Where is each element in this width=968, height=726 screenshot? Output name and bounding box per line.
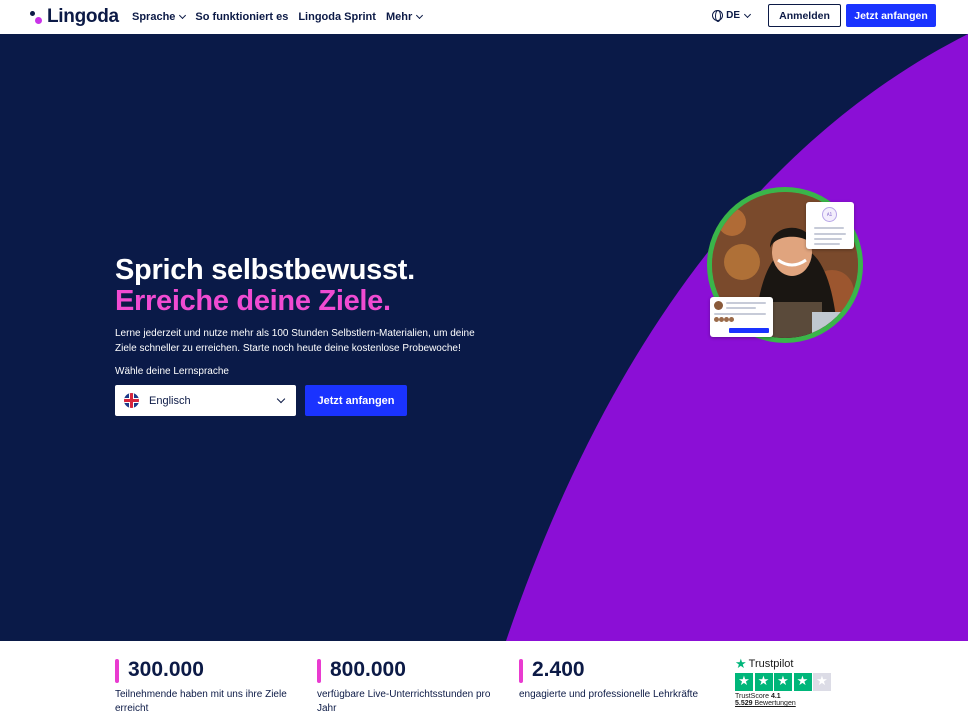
- nav-right: DE Anmelden Jetzt anfangen: [712, 4, 936, 27]
- badge-seal-icon: A1: [822, 207, 837, 222]
- nav-link-sprache[interactable]: Sprache: [132, 11, 187, 23]
- trustpilot-brand: Trustpilot: [748, 658, 794, 670]
- language-switcher[interactable]: DE: [712, 10, 752, 22]
- teacher-avatar: [714, 301, 723, 310]
- chevron-down-icon: [276, 394, 286, 403]
- star-icon: ★: [774, 673, 792, 691]
- language-select[interactable]: Englisch: [115, 385, 296, 416]
- star-icon: ★: [735, 673, 753, 691]
- reviews-count: 5.529: [735, 700, 753, 707]
- globe-icon: [712, 10, 724, 22]
- stat-description: engagierte und professionelle Lehrkräfte: [519, 689, 699, 700]
- stat-number: 300.000: [128, 658, 204, 681]
- trustpilot-rating-stars: ★ ★ ★ ★ ★: [735, 673, 833, 691]
- stat-description: verfügbare Live-Unterrichtsstunden pro J…: [317, 689, 491, 714]
- trustscore-value: 4.1: [770, 693, 781, 700]
- uk-flag-icon: [124, 393, 139, 408]
- lingoda-logo[interactable]: Lingoda: [30, 6, 119, 28]
- nav-start-button[interactable]: Jetzt anfangen: [846, 4, 936, 27]
- nav-link-sprint[interactable]: Lingoda Sprint: [298, 11, 376, 23]
- avatar: [729, 317, 734, 322]
- nav-link-how-it-works[interactable]: So funktioniert es: [195, 11, 288, 23]
- chevron-down-icon: [416, 11, 424, 20]
- chevron-down-icon: [179, 11, 187, 20]
- hero-start-button[interactable]: Jetzt anfangen: [305, 385, 407, 416]
- nav-link-label: So funktioniert es: [195, 11, 289, 23]
- nav-link-label: Sprache: [132, 11, 176, 23]
- certificate-card: A1: [806, 202, 854, 249]
- stat-number: 800.000: [330, 658, 406, 681]
- trustscore: TrustScore 4.1: [735, 693, 833, 700]
- class-card-button: [729, 328, 769, 333]
- logo-text: Lingoda: [47, 6, 119, 27]
- top-navbar: Lingoda Sprache So funktioniert es Lingo…: [0, 0, 968, 34]
- hero-description: Lerne jederzeit und nutze mehr als 100 S…: [115, 328, 475, 354]
- nav-links: Sprache So funktioniert es Lingoda Sprin…: [132, 0, 424, 34]
- stat-number: 2.400: [532, 658, 585, 681]
- stat-accent-bar: [317, 659, 321, 683]
- hero-title-line2: Erreiche deine Ziele.: [115, 285, 391, 317]
- stat-accent-bar: [519, 659, 523, 683]
- hero-title-line1: Sprich selbstbewusst.: [115, 254, 415, 286]
- login-button[interactable]: Anmelden: [768, 4, 841, 27]
- class-card: [710, 297, 773, 337]
- nav-link-label: Mehr: [385, 11, 413, 23]
- stats-section: 300.000 Teilnehmende haben mit uns ihre …: [0, 641, 968, 726]
- trustpilot-star-icon: ★: [735, 656, 747, 671]
- choose-language-label: Wähle deine Lernsprache: [115, 366, 229, 377]
- star-empty-icon: ★: [813, 673, 831, 691]
- stat-accent-bar: [115, 659, 119, 683]
- hero-section: Sprich selbstbewusst. Erreiche deine Zie…: [0, 34, 968, 641]
- star-icon: ★: [754, 673, 773, 691]
- nav-link-label: Lingoda Sprint: [298, 11, 376, 23]
- stat-description: Teilnehmende haben mit uns ihre Ziele er…: [115, 689, 287, 714]
- star-icon: ★: [793, 673, 812, 691]
- trustpilot-logo: ★ Trustpilot: [735, 656, 833, 671]
- language-code: DE: [726, 10, 740, 21]
- trustscore-label: TrustScore: [735, 693, 769, 700]
- logo-mark-icon: [30, 9, 44, 25]
- chevron-down-icon: [743, 10, 752, 18]
- trustpilot-reviews-link[interactable]: 5.529 Bewertungen: [735, 700, 833, 707]
- reviews-label: Bewertungen: [754, 700, 796, 707]
- selected-language: Englisch: [149, 394, 191, 407]
- trustpilot-widget[interactable]: ★ Trustpilot ★ ★ ★ ★ ★ TrustScore 4.1 5.…: [735, 656, 833, 707]
- nav-link-mehr[interactable]: Mehr: [385, 11, 424, 23]
